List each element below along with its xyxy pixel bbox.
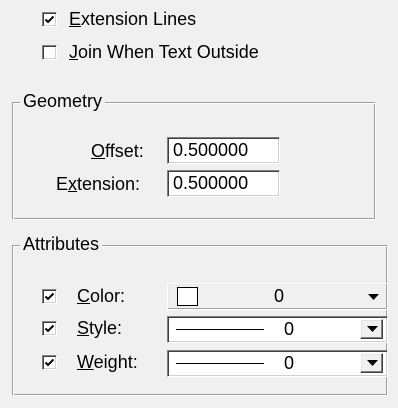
extension-lines-checkbox[interactable] [42, 12, 57, 27]
weight-value: 0 [284, 353, 295, 373]
color-label[interactable]: Color: [77, 286, 125, 306]
color-swatch [177, 287, 198, 306]
dimension-settings-panel: Extension Lines Join When Text Outside G… [0, 0, 398, 408]
color-combo[interactable]: 0 [167, 283, 388, 310]
style-value: 0 [284, 319, 295, 339]
color-checkbox[interactable] [42, 289, 57, 304]
triangle-down-icon [367, 293, 379, 300]
weight-checkbox[interactable] [42, 355, 57, 370]
checkmark-icon [44, 15, 55, 24]
weight-dropdown-button[interactable] [360, 353, 383, 373]
triangle-down-icon [366, 326, 378, 332]
extension-label: Extension: [56, 174, 141, 194]
checkmark-icon [44, 324, 55, 333]
color-value: 0 [274, 286, 285, 306]
style-dropdown-button[interactable] [360, 319, 383, 339]
weight-combo[interactable]: 0 [167, 350, 388, 377]
color-dropdown-button[interactable] [363, 286, 382, 307]
attributes-group-title: Attributes [20, 234, 103, 254]
style-label[interactable]: Style: [77, 318, 122, 338]
style-checkbox[interactable] [42, 321, 57, 336]
extension-lines-label[interactable]: Extension Lines [69, 9, 196, 29]
line-style-preview [176, 329, 264, 330]
offset-input[interactable]: 0.500000 [167, 137, 280, 164]
offset-label: Offset: [91, 141, 144, 161]
join-when-text-outside-label[interactable]: Join When Text Outside [69, 42, 259, 62]
line-weight-preview [176, 363, 264, 364]
weight-label[interactable]: Weight: [77, 352, 138, 372]
checkmark-icon [44, 358, 55, 367]
extension-input[interactable]: 0.500000 [167, 170, 280, 197]
triangle-down-icon [366, 360, 378, 366]
join-when-text-outside-checkbox[interactable] [42, 45, 57, 60]
geometry-group-title: Geometry [20, 91, 106, 111]
checkmark-icon [44, 292, 55, 301]
style-combo[interactable]: 0 [167, 316, 388, 343]
